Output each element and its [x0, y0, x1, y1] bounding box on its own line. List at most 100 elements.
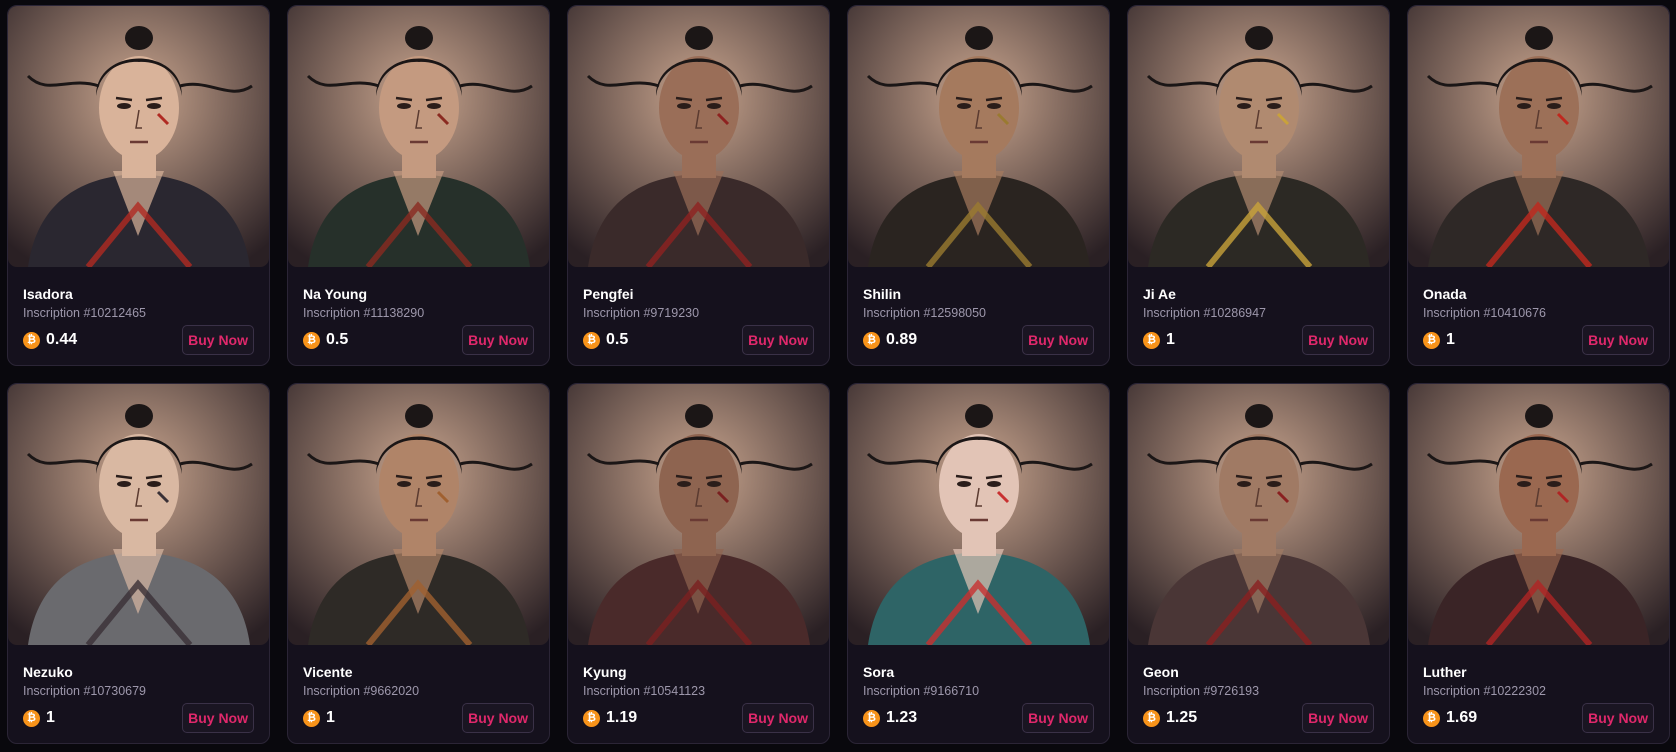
nft-card[interactable]: Vicente Inscription #9662020 ₿ 1 Buy Now — [287, 383, 550, 744]
bitcoin-icon: ₿ — [863, 709, 880, 727]
nft-name: Na Young — [303, 286, 368, 302]
price-row: ₿ 0.5 Buy Now — [583, 325, 814, 355]
nft-grid: Isadora Inscription #10212465 ₿ 0.44 Buy… — [7, 5, 1670, 744]
nft-card[interactable]: Kyung Inscription #10541123 ₿ 1.19 Buy N… — [567, 383, 830, 744]
nft-card[interactable]: Geon Inscription #9726193 ₿ 1.25 Buy Now — [1127, 383, 1390, 744]
price: ₿ 1 — [1143, 331, 1175, 349]
nft-card[interactable]: Na Young Inscription #11138290 ₿ 0.5 Buy… — [287, 5, 550, 366]
price: ₿ 0.89 — [863, 331, 917, 349]
buy-now-button[interactable]: Buy Now — [1302, 703, 1374, 733]
bitcoin-icon: ₿ — [23, 709, 40, 727]
nft-portrait-image[interactable] — [288, 6, 549, 267]
buy-now-button[interactable]: Buy Now — [462, 703, 534, 733]
card-info: Nezuko Inscription #10730679 ₿ 1 Buy Now — [8, 645, 269, 743]
nft-card[interactable]: Luther Inscription #10222302 ₿ 1.69 Buy … — [1407, 383, 1670, 744]
inscription-number: Inscription #10212465 — [23, 306, 147, 320]
bitcoin-icon: ₿ — [583, 709, 600, 727]
buy-now-button[interactable]: Buy Now — [462, 325, 534, 355]
price-row: ₿ 1 Buy Now — [1423, 325, 1654, 355]
price-row: ₿ 1.69 Buy Now — [1423, 703, 1654, 733]
nft-name: Isadora — [23, 286, 73, 302]
price-amount: 0.5 — [606, 331, 629, 348]
nft-portrait-image[interactable] — [8, 384, 269, 645]
price-amount: 1 — [46, 709, 55, 726]
inscription-number: Inscription #9662020 — [303, 684, 420, 698]
price-amount: 0.5 — [326, 331, 349, 348]
nft-portrait-image[interactable] — [1128, 6, 1389, 267]
nft-portrait-image[interactable] — [568, 6, 829, 267]
buy-now-button[interactable]: Buy Now — [182, 703, 254, 733]
card-info: Shilin Inscription #12598050 ₿ 0.89 Buy … — [848, 267, 1109, 365]
nft-card[interactable]: Sora Inscription #9166710 ₿ 1.23 Buy Now — [847, 383, 1110, 744]
inscription-number: Inscription #10286947 — [1143, 306, 1267, 320]
price-amount: 1 — [326, 709, 335, 726]
buy-now-button[interactable]: Buy Now — [1582, 703, 1654, 733]
bitcoin-icon: ₿ — [1143, 331, 1160, 349]
card-info: Na Young Inscription #11138290 ₿ 0.5 Buy… — [288, 267, 549, 365]
card-info: Kyung Inscription #10541123 ₿ 1.19 Buy N… — [568, 645, 829, 743]
nft-card[interactable]: Nezuko Inscription #10730679 ₿ 1 Buy Now — [7, 383, 270, 744]
nft-name: Geon — [1143, 664, 1179, 680]
nft-portrait-image[interactable] — [848, 384, 1109, 645]
price-row: ₿ 0.89 Buy Now — [863, 325, 1094, 355]
price: ₿ 1 — [1423, 331, 1455, 349]
price: ₿ 1.25 — [1143, 709, 1197, 727]
nft-portrait-image[interactable] — [848, 6, 1109, 267]
nft-card[interactable]: Onada Inscription #10410676 ₿ 1 Buy Now — [1407, 5, 1670, 366]
inscription-number: Inscription #12598050 — [863, 306, 987, 320]
bitcoin-icon: ₿ — [1423, 331, 1440, 349]
bitcoin-icon: ₿ — [303, 709, 320, 727]
card-info: Geon Inscription #9726193 ₿ 1.25 Buy Now — [1128, 645, 1389, 743]
price-amount: 0.44 — [46, 331, 78, 348]
nft-card[interactable]: Ji Ae Inscription #10286947 ₿ 1 Buy Now — [1127, 5, 1390, 366]
nft-card[interactable]: Shilin Inscription #12598050 ₿ 0.89 Buy … — [847, 5, 1110, 366]
buy-now-button[interactable]: Buy Now — [742, 703, 814, 733]
nft-name: Shilin — [863, 286, 902, 302]
nft-name: Onada — [1423, 286, 1467, 302]
inscription-number: Inscription #10410676 — [1423, 306, 1547, 320]
nft-name: Pengfei — [583, 286, 634, 302]
price-amount: 1.25 — [1166, 709, 1198, 726]
price-row: ₿ 0.44 Buy Now — [23, 325, 254, 355]
nft-name: Kyung — [583, 664, 627, 680]
buy-now-button[interactable]: Buy Now — [182, 325, 254, 355]
buy-now-button[interactable]: Buy Now — [1302, 325, 1374, 355]
nft-name: Sora — [863, 664, 895, 680]
price-amount: 1.23 — [886, 709, 918, 726]
inscription-number: Inscription #9726193 — [1143, 684, 1260, 698]
inscription-number: Inscription #10730679 — [23, 684, 147, 698]
price-amount: 1.69 — [1446, 709, 1478, 726]
price-row: ₿ 1 Buy Now — [23, 703, 254, 733]
nft-portrait-image[interactable] — [1408, 384, 1669, 645]
price-amount: 1 — [1166, 331, 1175, 348]
price-row: ₿ 1.25 Buy Now — [1143, 703, 1374, 733]
buy-now-button[interactable]: Buy Now — [742, 325, 814, 355]
nft-portrait-image[interactable] — [8, 6, 269, 267]
price: ₿ 1.69 — [1423, 709, 1477, 727]
price-row: ₿ 1.23 Buy Now — [863, 703, 1094, 733]
price-row: ₿ 1.19 Buy Now — [583, 703, 814, 733]
bitcoin-icon: ₿ — [863, 331, 880, 349]
buy-now-button[interactable]: Buy Now — [1582, 325, 1654, 355]
nft-portrait-image[interactable] — [568, 384, 829, 645]
nft-portrait-image[interactable] — [288, 384, 549, 645]
nft-name: Luther — [1423, 664, 1467, 680]
price: ₿ 1 — [23, 709, 55, 727]
card-info: Pengfei Inscription #9719230 ₿ 0.5 Buy N… — [568, 267, 829, 365]
price-amount: 1 — [1446, 331, 1455, 348]
price-row: ₿ 0.5 Buy Now — [303, 325, 534, 355]
price: ₿ 1.19 — [583, 709, 637, 727]
inscription-number: Inscription #10541123 — [583, 684, 706, 698]
buy-now-button[interactable]: Buy Now — [1022, 703, 1094, 733]
nft-card[interactable]: Isadora Inscription #10212465 ₿ 0.44 Buy… — [7, 5, 270, 366]
nft-portrait-image[interactable] — [1408, 6, 1669, 267]
price: ₿ 0.44 — [23, 331, 77, 349]
nft-name: Nezuko — [23, 664, 73, 680]
price-amount: 0.89 — [886, 331, 918, 348]
card-info: Luther Inscription #10222302 ₿ 1.69 Buy … — [1408, 645, 1669, 743]
buy-now-button[interactable]: Buy Now — [1022, 325, 1094, 355]
inscription-number: Inscription #9166710 — [863, 684, 980, 698]
nft-portrait-image[interactable] — [1128, 384, 1389, 645]
inscription-number: Inscription #10222302 — [1423, 684, 1547, 698]
nft-card[interactable]: Pengfei Inscription #9719230 ₿ 0.5 Buy N… — [567, 5, 830, 366]
